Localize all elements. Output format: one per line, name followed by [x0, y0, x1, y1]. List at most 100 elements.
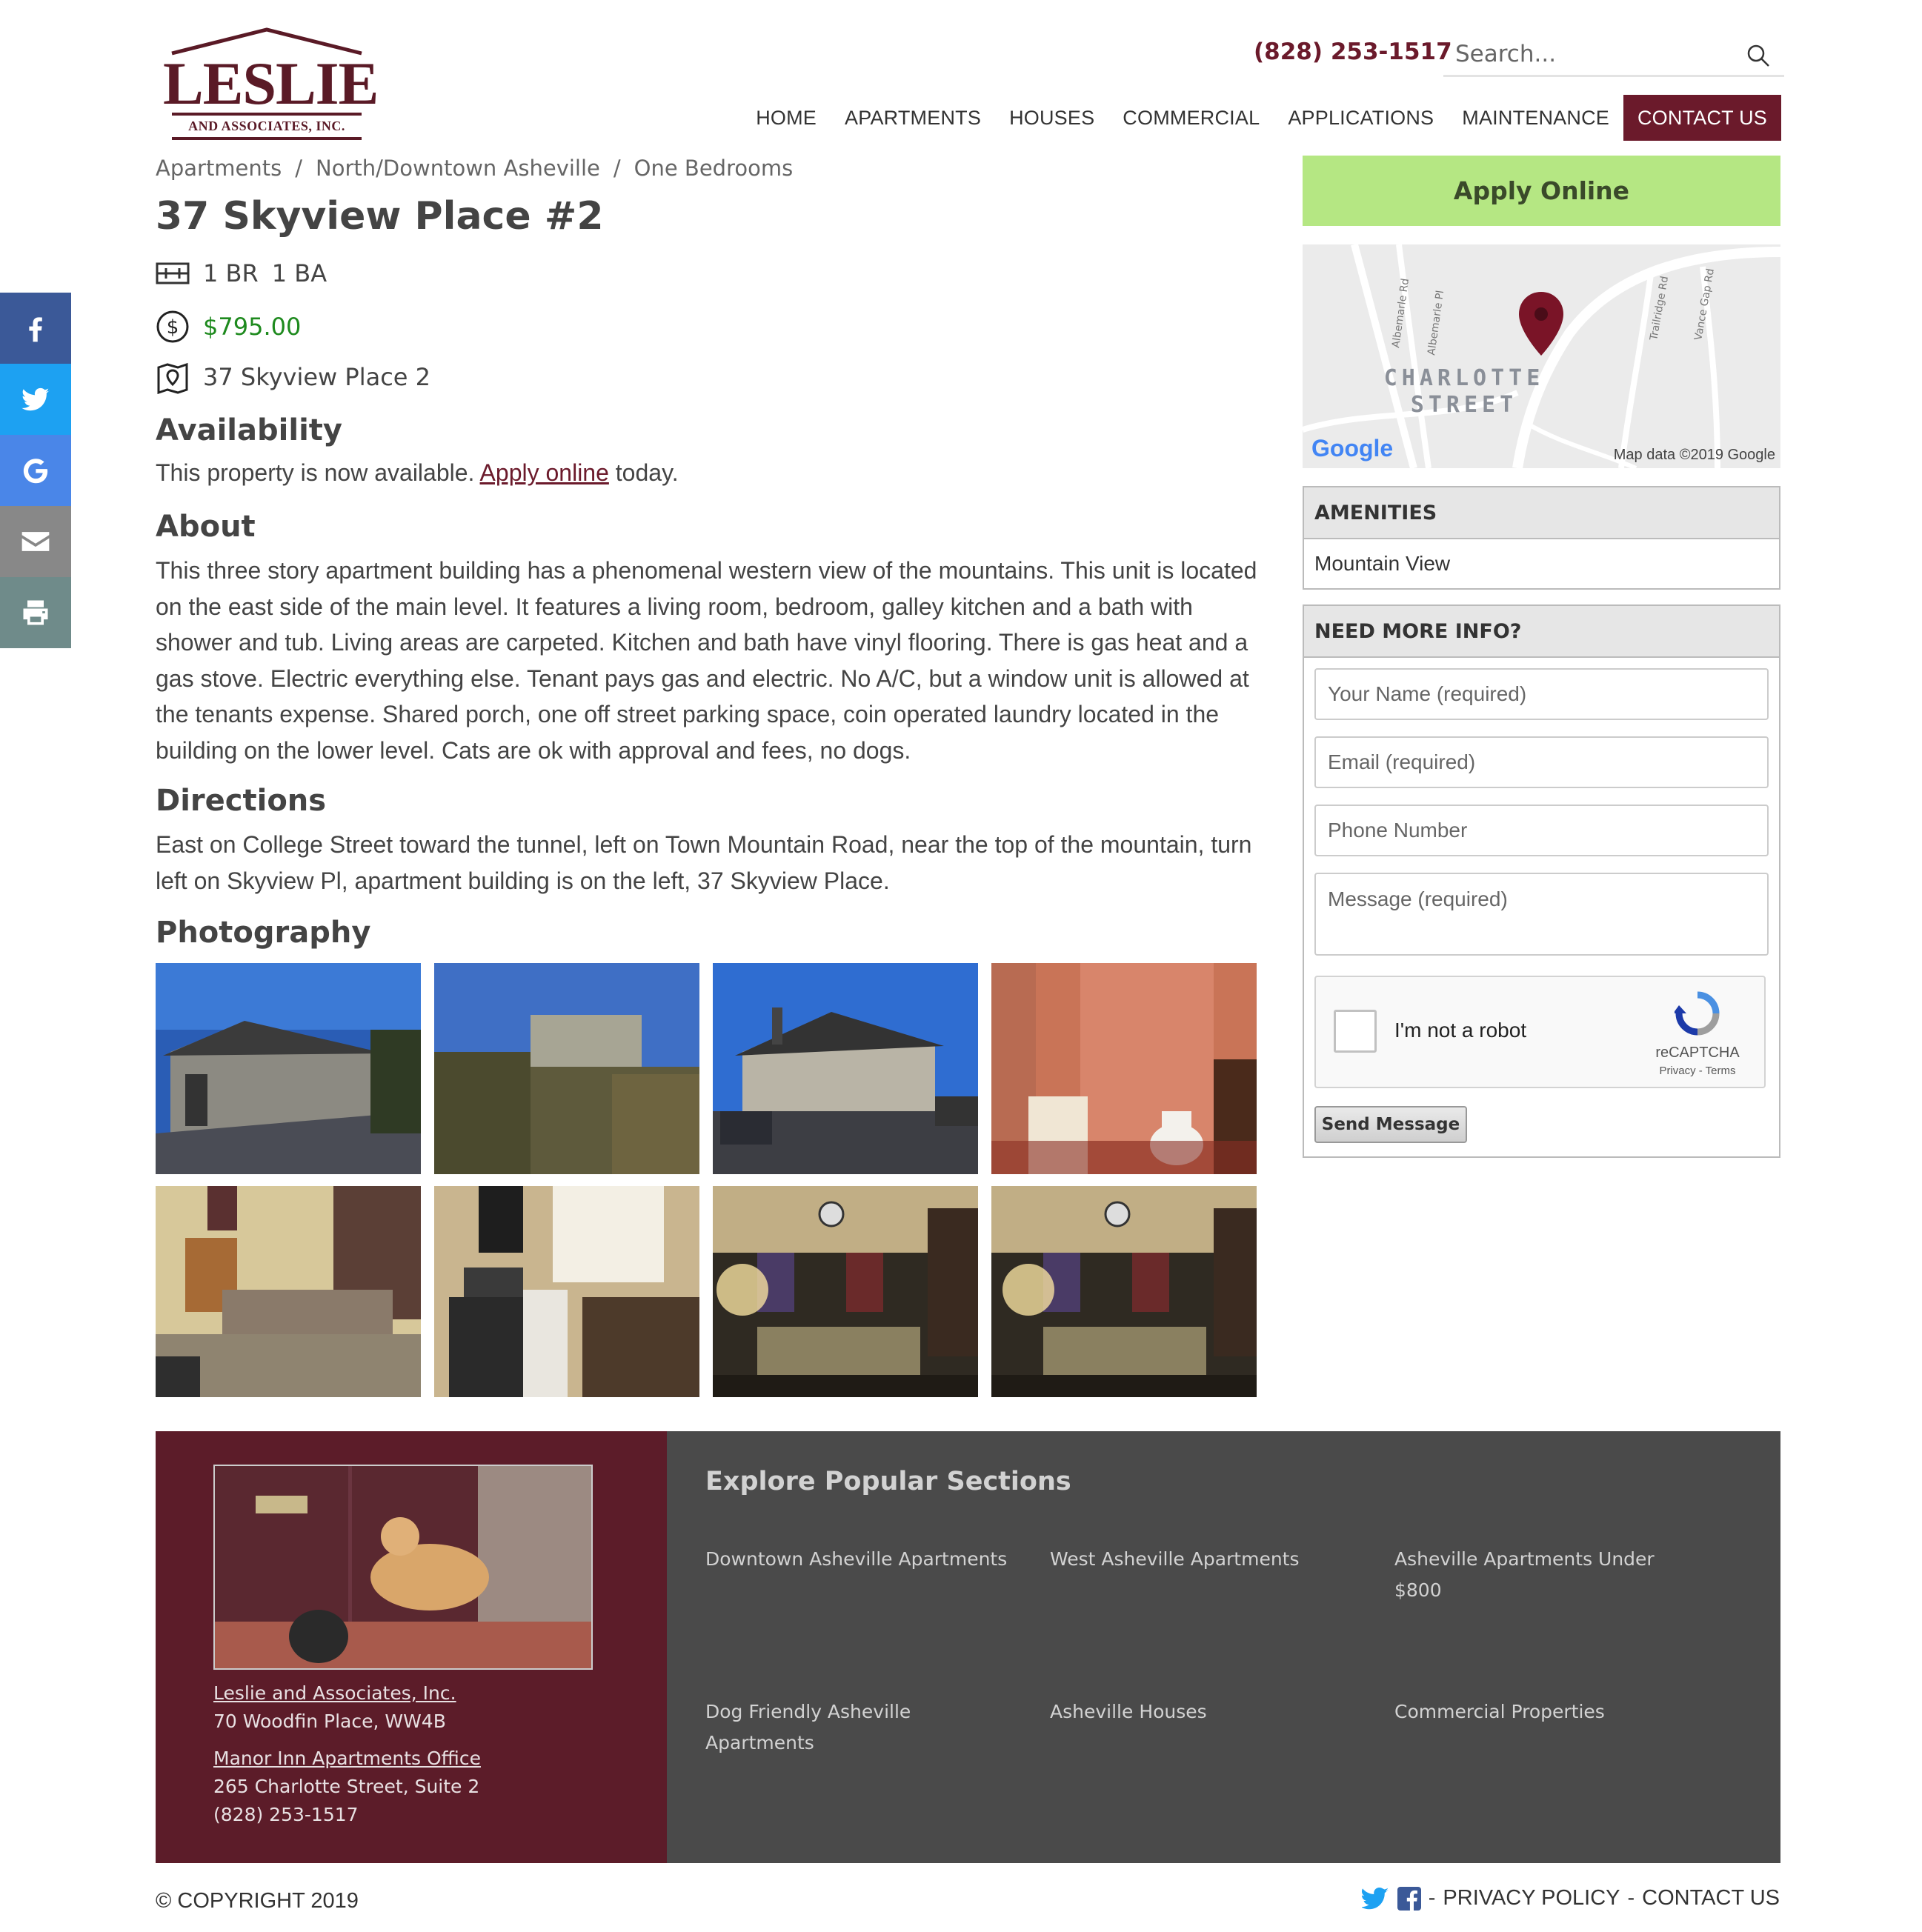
breadcrumb-area[interactable]: North/Downtown Asheville — [316, 156, 600, 181]
gallery-photo[interactable] — [434, 963, 699, 1174]
explore-title: Explore Popular Sections — [705, 1467, 1071, 1496]
search-box — [1443, 33, 1784, 77]
facebook-share-button[interactable] — [0, 293, 71, 364]
company-link[interactable]: Leslie and Associates, Inc. — [213, 1682, 456, 1704]
print-button[interactable] — [0, 577, 71, 648]
search-input[interactable] — [1443, 40, 1725, 67]
main-nav: HOME APARTMENTS HOUSES COMMERCIAL APPLIC… — [742, 95, 1781, 141]
bed-bath-row: 1 BR 1 BA — [156, 259, 327, 287]
amenities-panel: AMENITIES Mountain View — [1303, 486, 1780, 590]
recaptcha-brand: reCAPTCHA — [1655, 1045, 1740, 1061]
map-area-label: CHARLOTTE — [1384, 365, 1545, 391]
recaptcha-logo: reCAPTCHA Privacy - Terms — [1646, 990, 1749, 1077]
map-pin-icon — [157, 362, 188, 394]
contact-form: I'm not a robot reCAPTCHA Privacy - Term… — [1304, 658, 1779, 1156]
nav-houses[interactable]: HOUSES — [995, 95, 1108, 141]
gallery-photo[interactable] — [156, 1186, 421, 1397]
recaptcha-checkbox[interactable] — [1334, 1010, 1377, 1053]
gallery-photo[interactable] — [156, 963, 421, 1174]
breadcrumb-separator: / — [613, 156, 621, 181]
breadcrumb: Apartments / North/Downtown Asheville / One … — [156, 156, 793, 181]
recaptcha-label: I'm not a robot — [1394, 1019, 1527, 1042]
send-message-button[interactable]: Send Message — [1314, 1106, 1467, 1143]
gallery-photo[interactable] — [434, 1186, 699, 1397]
logo-subtitle: AND ASSOCIATES, INC. — [172, 113, 362, 140]
name-field[interactable] — [1314, 668, 1769, 720]
map-credit: Map data ©2019 Google — [1614, 447, 1775, 463]
apply-online-link[interactable]: Apply online — [480, 459, 609, 486]
footer-link-west-asheville-apartments[interactable]: West Asheville Apartments — [1050, 1544, 1361, 1575]
availability-text-before: This property is now available. — [156, 459, 480, 486]
contact-us-link[interactable]: CONTACT US — [1642, 1886, 1780, 1911]
google-share-button[interactable] — [0, 435, 71, 506]
location-map[interactable]: Albemarle Rd Albemarle Pl Trailridge Rd … — [1303, 244, 1780, 468]
phone-field[interactable] — [1314, 805, 1769, 856]
amenities-title: AMENITIES — [1304, 487, 1779, 539]
header-phone[interactable]: (828) 253-1517 — [1254, 39, 1452, 65]
office-address-block: Manor Inn Apartments Office 265 Charlott… — [213, 1745, 481, 1829]
nav-contact-us[interactable]: CONTACT US — [1623, 95, 1781, 141]
nav-commercial[interactable]: COMMERCIAL — [1108, 95, 1274, 141]
bathrooms: 1 BA — [271, 259, 327, 287]
apply-online-button[interactable]: Apply Online — [1303, 156, 1780, 226]
facebook-icon[interactable] — [1397, 1886, 1421, 1911]
property-address: 37 Skyview Place 2 — [203, 363, 430, 391]
breadcrumb-category[interactable]: One Bedrooms — [634, 156, 794, 181]
twitter-icon[interactable] — [1361, 1887, 1389, 1910]
gallery-photo[interactable] — [991, 1186, 1257, 1397]
message-field[interactable] — [1314, 873, 1769, 956]
breadcrumb-separator: / — [295, 156, 303, 181]
contact-form-panel: NEED MORE INFO? I'm not a robot reCAPTCH… — [1303, 604, 1780, 1158]
photography-heading: Photography — [156, 916, 371, 950]
map-area-label: STREET — [1411, 392, 1517, 418]
company-logo[interactable]: LESLIE AND ASSOCIATES, INC. — [163, 27, 379, 140]
bedrooms: 1 BR — [203, 259, 259, 287]
recaptcha-widget: I'm not a robot reCAPTCHA Privacy - Term… — [1314, 976, 1766, 1088]
separator: - — [1428, 1886, 1436, 1910]
availability-text: This property is now available. Apply on… — [156, 455, 1260, 491]
amenity-item: Mountain View — [1314, 552, 1451, 575]
email-field[interactable] — [1314, 736, 1769, 788]
company-address-block: Leslie and Associates, Inc. 70 Woodfin P… — [213, 1679, 456, 1736]
email-icon — [21, 532, 50, 551]
recaptcha-links[interactable]: Privacy - Terms — [1646, 1065, 1749, 1077]
about-text: This three story apartment building has … — [156, 557, 1257, 764]
footer-link-dog-friendly-apartments[interactable]: Dog Friendly Asheville Apartments — [705, 1696, 950, 1759]
office-phone: (828) 253-1517 — [213, 1804, 359, 1825]
company-address: 70 Woodfin Place, WW4B — [213, 1711, 446, 1732]
gallery-photo[interactable] — [713, 1186, 978, 1397]
breadcrumb-apartments[interactable]: Apartments — [156, 156, 282, 181]
logo-name: LESLIE — [163, 50, 379, 117]
price-row: $ $795.00 — [156, 310, 301, 344]
svg-text:$: $ — [167, 316, 179, 339]
footer-link-downtown-apartments[interactable]: Downtown Asheville Apartments — [705, 1544, 1017, 1575]
footer-link-commercial-properties[interactable]: Commercial Properties — [1394, 1696, 1706, 1728]
nav-maintenance[interactable]: MAINTENANCE — [1448, 95, 1623, 141]
directions-text: East on College Street toward the tunnel… — [156, 831, 1252, 894]
nav-home[interactable]: HOME — [742, 95, 831, 141]
office-link[interactable]: Manor Inn Apartments Office — [213, 1748, 481, 1769]
office-address: 265 Charlotte Street, Suite 2 — [213, 1776, 480, 1797]
copyright: © COPYRIGHT 2019 — [156, 1889, 359, 1913]
twitter-share-button[interactable] — [0, 364, 71, 435]
twitter-icon — [21, 387, 50, 411]
directions-heading: Directions — [156, 784, 327, 818]
nav-apartments[interactable]: APARTMENTS — [831, 95, 995, 141]
print-icon — [23, 600, 48, 625]
page-title: 37 Skyview Place #2 — [156, 194, 604, 239]
search-icon[interactable] — [1746, 43, 1771, 68]
gallery-photo[interactable] — [713, 963, 978, 1174]
availability-text-after: today. — [608, 459, 679, 486]
nav-applications[interactable]: APPLICATIONS — [1274, 95, 1448, 141]
email-share-button[interactable] — [0, 506, 71, 577]
footer-link-asheville-houses[interactable]: Asheville Houses — [1050, 1696, 1361, 1728]
gallery-photo[interactable] — [991, 963, 1257, 1174]
about-heading: About — [156, 510, 256, 544]
photo-gallery — [156, 963, 1258, 1397]
footer-dogs-photo — [213, 1465, 593, 1670]
bottom-links: - PRIVACY POLICY - CONTACT US — [1361, 1886, 1780, 1911]
footer-link-apartments-under-800[interactable]: Asheville Apartments Under $800 — [1394, 1544, 1691, 1606]
footer-explore: Explore Popular Sections Downtown Ashevi… — [667, 1431, 1780, 1863]
privacy-policy-link[interactable]: PRIVACY POLICY — [1443, 1886, 1620, 1911]
recaptcha-icon — [1673, 991, 1720, 1036]
